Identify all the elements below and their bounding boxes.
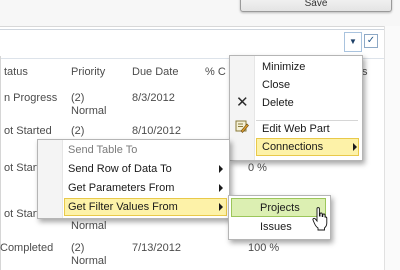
connections-submenu: Send Table To Send Row of Data To Get Pa… <box>37 139 230 219</box>
menu-item-delete[interactable]: Delete <box>262 94 294 112</box>
menu-item-issues[interactable]: Issues <box>260 218 292 236</box>
menu-icon-gutter <box>38 140 63 218</box>
submenu-arrow-icon <box>219 203 223 211</box>
table-cell-priority-label: Normal <box>71 220 107 232</box>
menu-item-edit-web-part[interactable]: Edit Web Part <box>262 120 330 138</box>
table-cell-priority: (2) <box>71 92 85 104</box>
edit-web-part-icon <box>235 120 249 133</box>
table-cell-priority-label: Normal <box>71 105 107 117</box>
table-cell-percent: 0 % <box>248 162 267 174</box>
web-part-select-checkbox[interactable]: ✓ <box>364 34 378 48</box>
column-header-status[interactable]: tatus <box>4 66 28 78</box>
menu-item-send-table-to: Send Table To <box>68 144 138 156</box>
left-border <box>0 56 1 270</box>
menu-item-get-filter-values-from[interactable]: Get Filter Values From <box>68 198 178 216</box>
save-button[interactable]: Save <box>240 0 392 12</box>
column-header-due-date[interactable]: Due Date <box>132 66 178 78</box>
submenu-arrow-icon <box>219 165 223 173</box>
table-cell-percent: 100 % <box>248 242 280 254</box>
delete-x-icon: ✕ <box>236 94 249 111</box>
table-cell-status: n Progress <box>4 92 58 104</box>
column-header-percent-complete[interactable]: % C <box>205 66 226 78</box>
table-cell-priority: (2) <box>71 125 85 137</box>
menu-item-close[interactable]: Close <box>262 76 290 94</box>
menu-item-send-row-of-data-to[interactable]: Send Row of Data To <box>68 160 172 178</box>
table-cell-due-date: 8/3/2012 <box>132 92 175 104</box>
column-header-priority[interactable]: Priority <box>71 66 105 78</box>
table-cell-due-date: 7/13/2012 <box>132 242 181 254</box>
submenu-arrow-icon <box>219 184 223 192</box>
table-cell-priority: (2) <box>71 242 85 254</box>
web-part-menu-arrow-icon[interactable]: ▼ <box>344 32 362 52</box>
menu-item-connections[interactable]: Connections <box>262 138 323 156</box>
right-scroll-column <box>384 26 400 270</box>
menu-item-get-parameters-from[interactable]: Get Parameters From <box>68 179 174 197</box>
save-button-label: Save <box>304 0 328 9</box>
submenu-arrow-icon <box>353 143 357 151</box>
table-cell-priority-label: Normal <box>71 255 107 267</box>
web-part-menu: Minimize Close ✕ Delete Edit Web Part Co… <box>229 55 363 161</box>
table-cell-due-date: 8/10/2012 <box>132 125 181 137</box>
mouse-cursor-icon <box>312 207 328 231</box>
menu-item-projects[interactable]: Projects <box>260 199 300 217</box>
table-cell-status: Completed <box>0 242 54 254</box>
menu-item-minimize[interactable]: Minimize <box>262 58 305 76</box>
table-cell-status: ot Started <box>4 125 52 137</box>
